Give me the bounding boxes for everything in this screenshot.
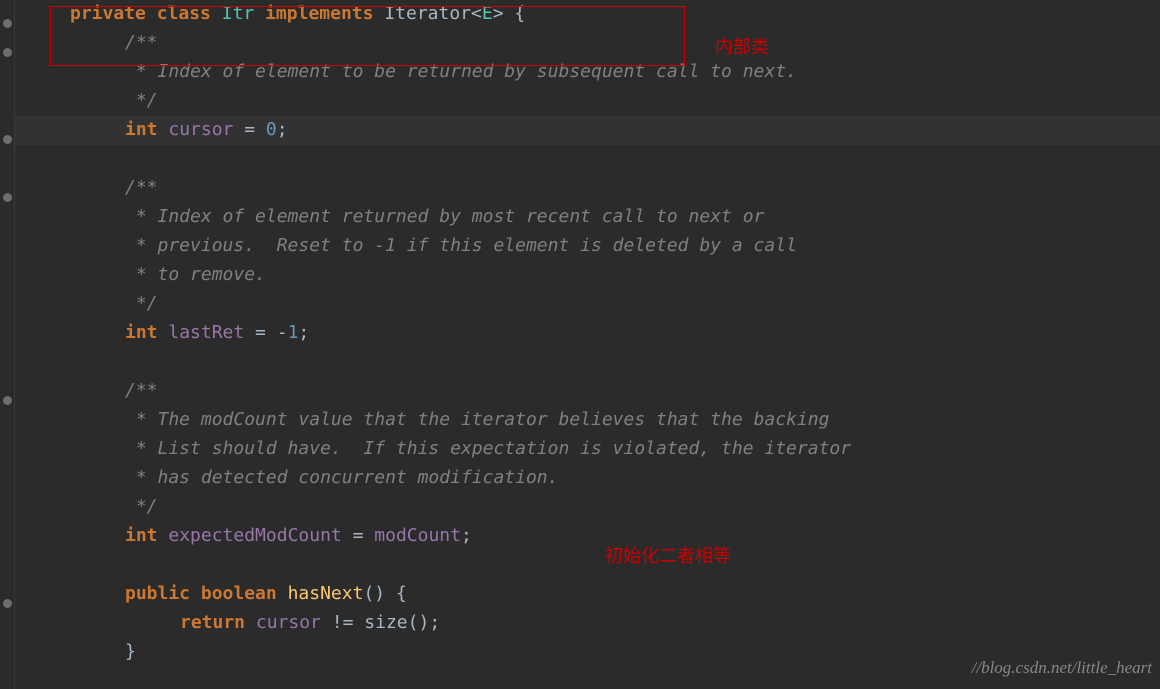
code-line: int expectedModCount = modCount;	[15, 522, 1160, 551]
code-line: int lastRet = -1;	[15, 319, 1160, 348]
code-editor: 内部类 初始化二者相等 private class Itr implements…	[0, 0, 1160, 689]
code-line	[15, 348, 1160, 377]
fold-marker[interactable]	[3, 135, 12, 144]
code-line: * Index of element returned by most rece…	[15, 203, 1160, 232]
fold-marker[interactable]	[3, 48, 12, 57]
fold-marker[interactable]	[3, 193, 12, 202]
fold-marker[interactable]	[3, 599, 12, 608]
code-line: */	[15, 87, 1160, 116]
code-line: * to remove.	[15, 261, 1160, 290]
annotation-inner-class: 内部类	[715, 33, 769, 62]
code-area[interactable]: 内部类 初始化二者相等 private class Itr implements…	[15, 0, 1160, 689]
code-line-highlighted: int cursor = 0;	[15, 116, 1160, 145]
code-line: * has detected concurrent modification.	[15, 464, 1160, 493]
code-line: * previous. Reset to -1 if this element …	[15, 232, 1160, 261]
code-line: * List should have. If this expectation …	[15, 435, 1160, 464]
code-line: * Index of element to be returned by sub…	[15, 58, 1160, 87]
code-line: * The modCount value that the iterator b…	[15, 406, 1160, 435]
code-line: */	[15, 493, 1160, 522]
code-line: */	[15, 290, 1160, 319]
fold-marker[interactable]	[3, 19, 12, 28]
gutter	[0, 0, 15, 689]
annotation-init-equal: 初始化二者相等	[605, 542, 731, 571]
code-line	[15, 551, 1160, 580]
code-line: /**	[15, 377, 1160, 406]
watermark: //blog.csdn.net/little_heart	[972, 654, 1152, 681]
code-line: /**	[15, 29, 1160, 58]
code-line: public boolean hasNext() {	[15, 580, 1160, 609]
code-line: /**	[15, 174, 1160, 203]
code-line: return cursor != size();	[15, 609, 1160, 638]
code-line: private class Itr implements Iterator<E>…	[15, 0, 1160, 29]
fold-marker[interactable]	[3, 396, 12, 405]
code-line	[15, 145, 1160, 174]
